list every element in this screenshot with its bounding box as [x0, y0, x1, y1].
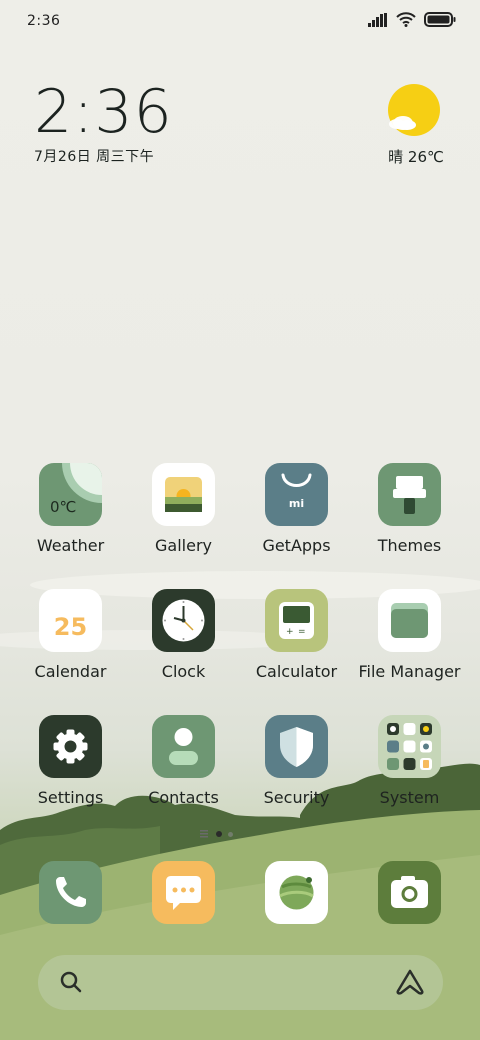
- app-label: Themes: [377, 536, 442, 555]
- dock-camera[interactable]: [353, 861, 466, 924]
- app-weather[interactable]: 0℃ Weather: [14, 463, 127, 555]
- calendar-day: 25: [53, 613, 88, 641]
- app-label: File Manager: [358, 662, 461, 681]
- gallery-icon: [152, 463, 215, 526]
- status-time: 2:36: [27, 13, 61, 29]
- app-label: Settings: [37, 788, 104, 807]
- assistant-icon[interactable]: [395, 969, 425, 995]
- message-icon: [152, 861, 215, 924]
- clock-time: 2:36: [34, 77, 173, 147]
- app-file-manager[interactable]: File Manager: [353, 589, 466, 681]
- weather-app-icon: 0℃: [39, 463, 102, 526]
- dock-messages[interactable]: [127, 861, 240, 924]
- mi-badge: mi: [288, 497, 305, 510]
- signal-icon: [368, 12, 387, 27]
- app-label: GetApps: [262, 536, 331, 555]
- shopping-bag-icon: mi: [265, 463, 328, 526]
- sun-cloud-icon: [388, 84, 440, 136]
- camera-icon: [378, 861, 441, 924]
- wifi-icon: [396, 12, 416, 27]
- app-calculator[interactable]: + = Calculator: [240, 589, 353, 681]
- app-settings[interactable]: Settings: [14, 715, 127, 807]
- svg-text:+: +: [286, 627, 294, 637]
- app-gallery[interactable]: Gallery: [127, 463, 240, 555]
- search-icon[interactable]: [59, 970, 83, 994]
- svg-text:=: =: [298, 627, 306, 637]
- shield-icon: [265, 715, 328, 778]
- status-bar: 2:36: [0, 0, 480, 42]
- battery-icon: [424, 12, 456, 27]
- page-dot: [228, 831, 233, 837]
- app-label: Security: [263, 788, 330, 807]
- weather-condition: 晴 26℃: [388, 148, 444, 166]
- app-themes[interactable]: Themes: [353, 463, 466, 555]
- app-system-folder[interactable]: System: [353, 715, 466, 807]
- app-label: System: [379, 788, 440, 807]
- paintbrush-icon: [378, 463, 441, 526]
- app-contacts[interactable]: Contacts: [127, 715, 240, 807]
- dock-browser[interactable]: [240, 861, 353, 924]
- app-label: Calculator: [255, 662, 338, 681]
- planet-icon: [265, 861, 328, 924]
- gear-icon: [39, 715, 102, 778]
- search-bar[interactable]: [38, 955, 443, 1010]
- weather-widget[interactable]: 晴 26℃: [382, 83, 446, 166]
- app-calendar[interactable]: 25 Calendar: [14, 589, 127, 681]
- app-getapps[interactable]: mi GetApps: [240, 463, 353, 555]
- folder-icon: [378, 589, 441, 652]
- app-clock[interactable]: Clock: [127, 589, 240, 681]
- calendar-icon: 25: [39, 589, 102, 652]
- page-dot-active: [216, 831, 222, 837]
- app-security[interactable]: Security: [240, 715, 353, 807]
- page-indicator[interactable]: [200, 830, 233, 838]
- app-label: Clock: [161, 662, 206, 681]
- clock-date: 7月26日 周三下午: [34, 149, 155, 165]
- phone-icon: [39, 861, 102, 924]
- app-label: Calendar: [34, 662, 107, 681]
- dock-phone[interactable]: [14, 861, 127, 924]
- app-label: Weather: [36, 536, 105, 555]
- app-label: Gallery: [155, 536, 212, 555]
- person-icon: [152, 715, 215, 778]
- folder-grid-icon: [378, 715, 441, 778]
- weather-app-temp: 0℃: [50, 498, 77, 516]
- clock-icon: [152, 589, 215, 652]
- clock-widget[interactable]: 2:36 7月26日 周三下午: [34, 80, 173, 166]
- app-label: Contacts: [148, 788, 219, 807]
- page-list-icon: [200, 830, 208, 838]
- calculator-icon: + =: [265, 589, 328, 652]
